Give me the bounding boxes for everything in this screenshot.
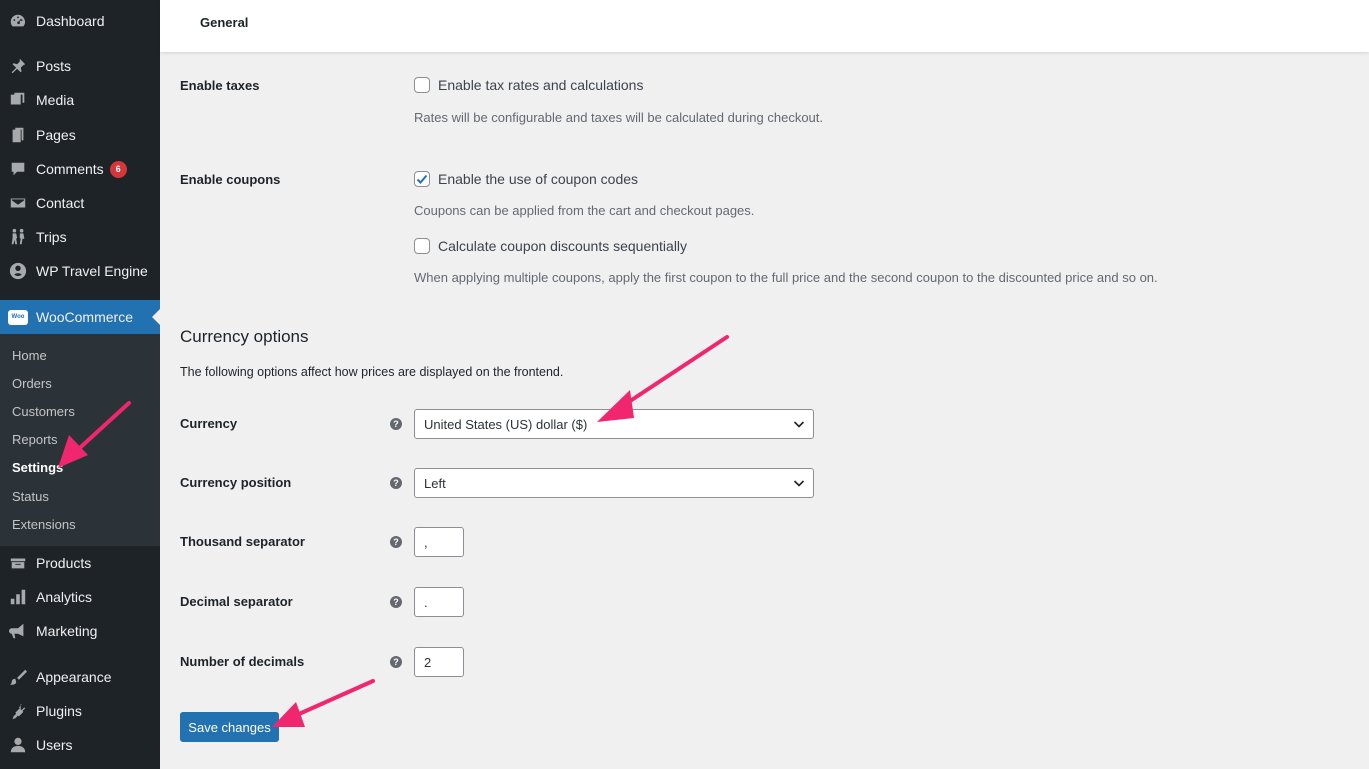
thousand-separator-input[interactable]: , bbox=[414, 527, 464, 557]
enable-coupons-label: Enable coupons bbox=[180, 172, 281, 187]
menu-label: Media bbox=[36, 92, 75, 108]
sequential-coupons-description: When applying multiple coupons, apply th… bbox=[414, 270, 1158, 285]
brush-icon bbox=[8, 667, 28, 687]
menu-label: WP Travel Engine bbox=[36, 263, 148, 279]
submenu-reports[interactable]: Reports bbox=[12, 432, 58, 447]
currency-options-title: Currency options bbox=[180, 327, 309, 346]
bar-chart-icon bbox=[8, 587, 28, 607]
pin-icon bbox=[8, 56, 28, 76]
submenu-extensions[interactable]: Extensions bbox=[12, 517, 76, 532]
user-icon bbox=[8, 735, 28, 755]
decimal-separator-input[interactable]: . bbox=[414, 587, 464, 617]
admin-sidebar: Dashboard Posts Media Pages Comments 6 C… bbox=[0, 0, 160, 769]
menu-label: Plugins bbox=[36, 703, 82, 719]
comment-count-badge: 6 bbox=[109, 160, 127, 178]
menu-item-trips[interactable]: Trips bbox=[0, 220, 160, 254]
settings-header: General bbox=[160, 0, 1369, 52]
comment-icon bbox=[8, 159, 28, 179]
menu-item-plugins[interactable]: Plugins bbox=[0, 694, 160, 728]
dashboard-icon bbox=[8, 11, 28, 31]
menu-label: Comments bbox=[36, 161, 104, 177]
woocommerce-submenu: Home Orders Customers Reports Settings S… bbox=[0, 334, 160, 546]
mail-icon bbox=[8, 193, 28, 213]
sequential-coupons-option[interactable]: Calculate coupon discounts sequentially bbox=[414, 238, 687, 254]
number-of-decimals-label: Number of decimals bbox=[180, 654, 305, 669]
submenu-settings[interactable]: Settings bbox=[12, 460, 63, 475]
help-icon[interactable]: ? bbox=[390, 536, 402, 548]
enable-taxes-checkbox[interactable] bbox=[414, 77, 430, 93]
help-icon[interactable]: ? bbox=[390, 596, 402, 608]
menu-item-marketing[interactable]: Marketing bbox=[0, 614, 160, 648]
menu-label: Pages bbox=[36, 127, 76, 143]
enable-coupons-checkbox-label: Enable the use of coupon codes bbox=[438, 171, 639, 187]
menu-label: Marketing bbox=[36, 623, 98, 639]
checkmark-icon bbox=[416, 174, 428, 184]
enable-coupons-option[interactable]: Enable the use of coupon codes bbox=[414, 171, 638, 187]
hikers-icon bbox=[8, 227, 28, 247]
submenu-customers[interactable]: Customers bbox=[12, 404, 75, 419]
tab-general[interactable]: General bbox=[200, 15, 248, 30]
pages-icon bbox=[8, 125, 28, 145]
number-of-decimals-input[interactable]: 2 bbox=[414, 647, 464, 677]
sequential-coupons-checkbox-label: Calculate coupon discounts sequentially bbox=[438, 238, 688, 254]
help-icon[interactable]: ? bbox=[390, 418, 402, 430]
chevron-down-icon bbox=[793, 480, 805, 487]
menu-item-analytics[interactable]: Analytics bbox=[0, 580, 160, 614]
menu-item-products[interactable]: Products bbox=[0, 546, 160, 580]
enable-taxes-checkbox-label: Enable tax rates and calculations bbox=[438, 77, 644, 93]
menu-item-contact[interactable]: Contact bbox=[0, 186, 160, 220]
media-icon bbox=[8, 90, 28, 110]
help-icon[interactable]: ? bbox=[390, 477, 402, 489]
submenu-status[interactable]: Status bbox=[12, 489, 49, 504]
menu-item-appearance[interactable]: Appearance bbox=[0, 660, 160, 694]
menu-label: WooCommerce bbox=[36, 309, 133, 325]
sequential-coupons-checkbox[interactable] bbox=[414, 238, 430, 254]
menu-item-pages[interactable]: Pages bbox=[0, 118, 160, 152]
chevron-down-icon bbox=[793, 421, 805, 428]
enable-taxes-label: Enable taxes bbox=[180, 78, 260, 93]
woo-icon: Woo bbox=[8, 307, 28, 327]
menu-label: Analytics bbox=[36, 589, 93, 605]
menu-label: Dashboard bbox=[36, 13, 105, 29]
travel-engine-icon bbox=[8, 261, 28, 281]
currency-position-value: Left bbox=[424, 475, 446, 491]
help-icon[interactable]: ? bbox=[390, 656, 402, 668]
currency-options-description: The following options affect how prices … bbox=[180, 365, 564, 379]
menu-label: Products bbox=[36, 555, 92, 571]
save-changes-button[interactable]: Save changes bbox=[180, 712, 279, 742]
current-menu-arrow bbox=[152, 309, 160, 325]
currency-label: Currency bbox=[180, 416, 238, 431]
submenu-home[interactable]: Home bbox=[12, 348, 47, 363]
thousand-separator-label: Thousand separator bbox=[180, 534, 305, 549]
enable-taxes-description: Rates will be configurable and taxes wil… bbox=[414, 110, 824, 125]
menu-item-media[interactable]: Media bbox=[0, 83, 160, 117]
menu-label: Posts bbox=[36, 58, 72, 74]
currency-position-select[interactable]: Left bbox=[414, 468, 814, 498]
menu-item-woocommerce[interactable]: Woo WooCommerce bbox=[0, 300, 160, 334]
menu-label: Appearance bbox=[36, 669, 112, 685]
submenu-orders[interactable]: Orders bbox=[12, 376, 52, 391]
menu-item-dashboard[interactable]: Dashboard bbox=[0, 4, 160, 38]
products-icon bbox=[8, 553, 28, 573]
currency-select-value: United States (US) dollar ($) bbox=[424, 416, 588, 432]
enable-taxes-option[interactable]: Enable tax rates and calculations bbox=[414, 77, 643, 93]
menu-item-wp-travel-engine[interactable]: WP Travel Engine bbox=[0, 254, 160, 288]
menu-item-posts[interactable]: Posts bbox=[0, 49, 160, 83]
arrow-to-save bbox=[272, 679, 375, 727]
plug-icon bbox=[8, 701, 28, 721]
currency-position-label: Currency position bbox=[180, 475, 292, 490]
decimal-separator-label: Decimal separator bbox=[180, 594, 293, 609]
menu-item-comments[interactable]: Comments 6 bbox=[0, 152, 160, 186]
currency-select[interactable]: United States (US) dollar ($) bbox=[414, 409, 814, 439]
megaphone-icon bbox=[8, 621, 28, 641]
enable-coupons-description: Coupons can be applied from the cart and… bbox=[414, 203, 755, 218]
menu-label: Trips bbox=[36, 229, 67, 245]
enable-coupons-checkbox[interactable] bbox=[414, 171, 430, 187]
woo-logo: Woo bbox=[8, 309, 28, 325]
menu-label: Contact bbox=[36, 195, 85, 211]
menu-label: Users bbox=[36, 737, 73, 753]
menu-item-users[interactable]: Users bbox=[0, 728, 160, 762]
